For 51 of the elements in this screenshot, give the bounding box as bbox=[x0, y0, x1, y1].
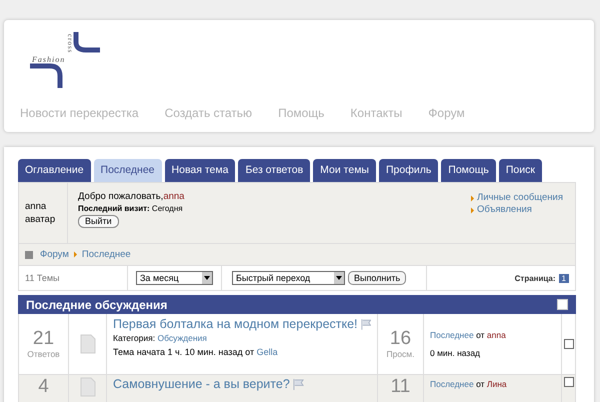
last-time: 0 мин. назад bbox=[430, 348, 480, 358]
topic-title[interactable]: Первая болталка на модном перекрестке! bbox=[113, 317, 358, 331]
page-number[interactable]: 1 bbox=[558, 274, 569, 282]
tab[interactable]: Новая тема bbox=[164, 159, 236, 182]
last-user: Лина bbox=[486, 379, 507, 389]
page-label: Страница: bbox=[514, 274, 556, 282]
username: anna bbox=[163, 191, 184, 202]
topic-title[interactable]: Самовнушение - а вы верите? bbox=[113, 377, 290, 391]
logout-button[interactable]: Выйти bbox=[78, 215, 119, 228]
square-icon bbox=[25, 250, 33, 258]
section-title: Последние обсуждения bbox=[26, 298, 168, 312]
document-icon bbox=[80, 334, 96, 354]
by-text: от bbox=[476, 330, 485, 340]
category-label: Категория: bbox=[113, 333, 156, 343]
tab[interactable]: Поиск bbox=[498, 159, 542, 182]
flag-icon bbox=[292, 378, 304, 390]
tab[interactable]: Последнее bbox=[94, 159, 162, 182]
last-post-link[interactable]: Последнее bbox=[430, 330, 474, 340]
avatar-label: аватар bbox=[25, 213, 56, 226]
started-text: Тема начата 1 ч. 10 мин. назад от bbox=[113, 347, 254, 357]
breadcrumb-link[interactable]: Последнее bbox=[82, 249, 131, 260]
period-select[interactable]: За месяц bbox=[136, 271, 213, 285]
go-button[interactable]: Выполнить bbox=[348, 271, 406, 285]
user-link[interactable]: Личные сообщения bbox=[476, 192, 563, 204]
welcome-text: Добро пожаловать, bbox=[78, 191, 164, 202]
tab[interactable]: Без ответов bbox=[238, 159, 310, 182]
user-name: anna bbox=[25, 200, 48, 213]
flag-icon bbox=[360, 318, 371, 330]
checkbox[interactable] bbox=[564, 339, 574, 349]
replies-label: Ответов bbox=[27, 349, 60, 359]
tab[interactable]: Мои темы bbox=[313, 159, 376, 182]
tab[interactable]: Профиль bbox=[378, 159, 438, 182]
topic-count: 11 Темы bbox=[25, 273, 60, 283]
author-link[interactable]: Gella bbox=[256, 347, 278, 357]
view-count: 11 bbox=[390, 377, 410, 397]
user-link[interactable]: Объявления bbox=[476, 204, 532, 216]
breadcrumb-link[interactable]: Форум bbox=[40, 249, 69, 260]
checkbox[interactable] bbox=[564, 377, 574, 387]
views-label: Просм. bbox=[386, 349, 415, 359]
last-user: anna bbox=[486, 330, 506, 340]
last-post-link[interactable]: Последнее bbox=[430, 379, 474, 389]
tab[interactable]: Оглавление bbox=[18, 159, 91, 182]
arrow-icon bbox=[74, 251, 77, 258]
last-visit: Последний визит: Сегодня bbox=[78, 204, 183, 213]
view-count: 16 bbox=[390, 329, 412, 349]
jump-select[interactable]: Быстрый переход bbox=[232, 271, 345, 285]
category-link[interactable]: Обсуждения bbox=[157, 333, 207, 343]
reply-count: 21 bbox=[32, 329, 54, 349]
tab[interactable]: Помощь bbox=[441, 159, 496, 182]
by-text: от bbox=[476, 379, 485, 389]
reply-count: 4 bbox=[38, 377, 49, 397]
